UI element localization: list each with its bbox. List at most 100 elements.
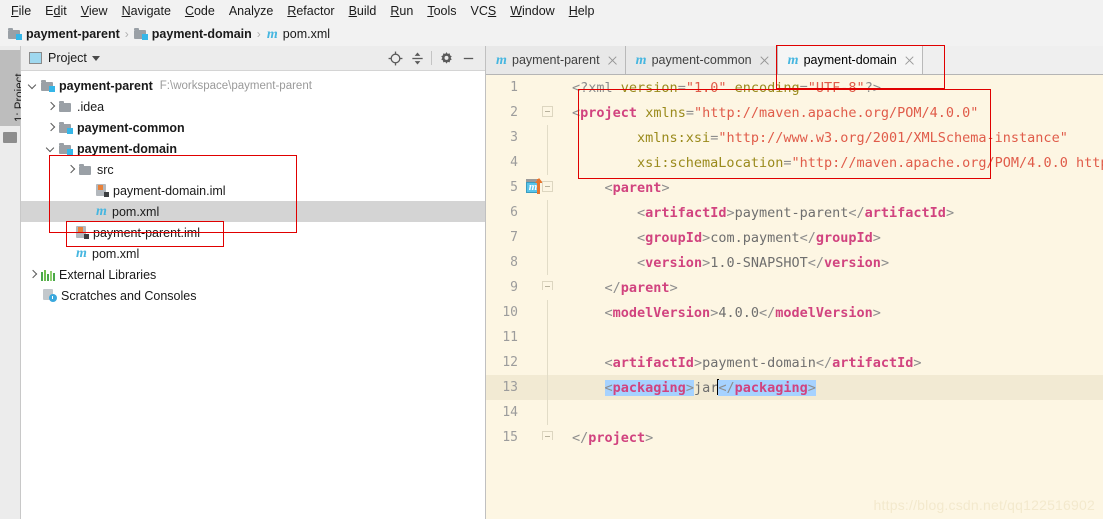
breadcrumb-item-payment-domain[interactable]: payment-domain (133, 27, 252, 41)
chevron-down-icon[interactable] (91, 55, 100, 61)
close-icon[interactable] (607, 55, 618, 66)
menu-item-edit[interactable]: Edit (38, 1, 74, 21)
tree-row-payment-domain-iml[interactable]: payment-domain.iml (21, 180, 485, 201)
code-line[interactable]: 12 <artifactId>payment-domain</artifactI… (486, 350, 1103, 375)
chevron-right-icon[interactable] (43, 96, 59, 117)
code-line[interactable]: 14 (486, 400, 1103, 425)
chevron-down-icon[interactable] (43, 138, 59, 159)
menu-item-analyze[interactable]: Analyze (222, 1, 280, 21)
fold-toggle-icon[interactable] (542, 181, 553, 192)
code-line[interactable]: 10 <modelVersion>4.0.0</modelVersion> (486, 300, 1103, 325)
maven-parent-navigation-icon[interactable]: m (526, 178, 543, 194)
editor-tab-payment-parent[interactable]: m payment-parent (486, 46, 626, 74)
code-line[interactable]: 1 <?xml version="1.0" encoding="UTF-8"?> (486, 75, 1103, 100)
menu-item-build[interactable]: Build (342, 1, 384, 21)
chevron-right-icon[interactable] (63, 159, 79, 180)
tree-row-payment-common[interactable]: payment-common (21, 117, 485, 138)
code-editor[interactable]: 1 <?xml version="1.0" encoding="UTF-8"?>… (486, 75, 1103, 519)
tree-row-external-libraries[interactable]: External Libraries (21, 264, 485, 285)
close-icon[interactable] (904, 55, 915, 66)
gutter[interactable] (524, 400, 572, 425)
gutter[interactable] (524, 325, 572, 350)
collapse-all-icon[interactable] (406, 47, 428, 69)
code-line-text: <modelVersion>4.0.0</modelVersion> (604, 304, 881, 321)
code-line-text: <packaging>jar</packaging> (604, 379, 816, 396)
gutter[interactable] (524, 150, 572, 175)
locate-file-icon[interactable] (384, 47, 406, 69)
menu-item-tools[interactable]: Tools (420, 1, 463, 21)
chevron-right-icon[interactable] (25, 264, 41, 285)
gutter[interactable] (524, 275, 572, 300)
menu-item-help[interactable]: Help (562, 1, 602, 21)
gutter[interactable]: m (524, 175, 572, 200)
menu-bar: File Edit View Navigate Code Analyze Ref… (0, 0, 1103, 22)
code-line-current[interactable]: 13 <packaging>jar</packaging> (486, 375, 1103, 400)
gutter[interactable] (524, 125, 572, 150)
line-number: 7 (510, 230, 518, 245)
menu-item-code[interactable]: Code (178, 1, 222, 21)
menu-item-file[interactable]: File (4, 1, 38, 21)
tree-row-payment-parent-iml[interactable]: payment-parent.iml (21, 222, 485, 243)
project-panel-header: Project (21, 46, 485, 71)
tree-row-scratches-and-consoles[interactable]: Scratches and Consoles (21, 285, 485, 306)
code-line[interactable]: 8 <version>1.0-SNAPSHOT</version> (486, 250, 1103, 275)
gutter[interactable] (524, 200, 572, 225)
tree-row-label: payment-parent.iml (93, 225, 200, 240)
tree-row-payment-domain[interactable]: payment-domain (21, 138, 485, 159)
gutter[interactable] (524, 350, 572, 375)
editor-tab-payment-common[interactable]: m payment-common (625, 46, 778, 74)
code-line[interactable]: 9 </parent> (486, 275, 1103, 300)
gear-icon[interactable] (435, 47, 457, 69)
folder-icon (59, 100, 73, 113)
tree-row-src[interactable]: src (21, 159, 485, 180)
code-line[interactable]: 11 (486, 325, 1103, 350)
editor-tab-label: payment-domain (803, 53, 897, 67)
project-tree[interactable]: payment-parent F:\workspace\payment-pare… (21, 71, 485, 519)
gutter[interactable] (524, 300, 572, 325)
iml-file-icon (95, 184, 109, 197)
menu-item-navigate[interactable]: Navigate (115, 1, 178, 21)
line-number: 10 (502, 305, 518, 320)
code-line-text: <artifactId>payment-domain</artifactId> (604, 354, 922, 371)
main-area: 1: Project Project payment-parent F:\wor… (0, 45, 1103, 519)
breadcrumb-item-payment-parent[interactable]: payment-parent (8, 27, 120, 41)
code-line[interactable]: 15 </project> (486, 425, 1103, 450)
breadcrumb-item-pom-xml[interactable]: m pom.xml (266, 27, 330, 41)
code-line[interactable]: 4 xsi:schemaLocation="http://maven.apach… (486, 150, 1103, 175)
left-tool-strip: 1: Project (0, 46, 26, 519)
gutter[interactable] (524, 75, 572, 100)
tree-row-pom-xml-domain[interactable]: m pom.xml (21, 201, 485, 222)
editor-tab-label: payment-common (651, 53, 752, 67)
code-line[interactable]: 7 <groupId>com.payment</groupId> (486, 225, 1103, 250)
chevron-right-icon[interactable] (43, 117, 59, 138)
code-line[interactable]: 3 xmlns:xsi="http://www.w3.org/2001/XMLS… (486, 125, 1103, 150)
code-line[interactable]: 6 <artifactId>payment-parent</artifactId… (486, 200, 1103, 225)
tree-row-payment-parent[interactable]: payment-parent F:\workspace\payment-pare… (21, 75, 485, 96)
close-icon[interactable] (759, 55, 770, 66)
editor-tab-payment-domain[interactable]: m payment-domain (777, 46, 923, 74)
line-number: 9 (510, 280, 518, 295)
line-number: 1 (510, 80, 518, 95)
menu-item-refactor[interactable]: Refactor (280, 1, 341, 21)
tree-row-idea[interactable]: .idea (21, 96, 485, 117)
menu-item-view[interactable]: View (74, 1, 115, 21)
gutter[interactable] (524, 425, 572, 450)
fold-end-icon[interactable] (542, 281, 553, 290)
menu-item-window[interactable]: Window (503, 1, 561, 21)
tool-window-button-project[interactable]: 1: Project (0, 50, 26, 126)
code-line[interactable]: 5 m <parent> (486, 175, 1103, 200)
minimize-icon[interactable] (457, 47, 479, 69)
fold-end-icon[interactable] (542, 431, 553, 440)
menu-item-vcs[interactable]: VCS (464, 1, 504, 21)
project-tool-window: Project payment-parent F:\workspace\paym… (21, 46, 486, 519)
gutter[interactable] (524, 250, 572, 275)
fold-toggle-icon[interactable] (542, 106, 553, 117)
gutter[interactable] (524, 375, 572, 400)
tree-row-label: .idea (77, 99, 105, 114)
gutter[interactable] (524, 100, 572, 125)
code-line[interactable]: 2 <project xmlns="http://maven.apache.or… (486, 100, 1103, 125)
menu-item-run[interactable]: Run (383, 1, 420, 21)
gutter[interactable] (524, 225, 572, 250)
tree-row-pom-xml-parent[interactable]: m pom.xml (21, 243, 485, 264)
chevron-down-icon[interactable] (25, 75, 41, 96)
